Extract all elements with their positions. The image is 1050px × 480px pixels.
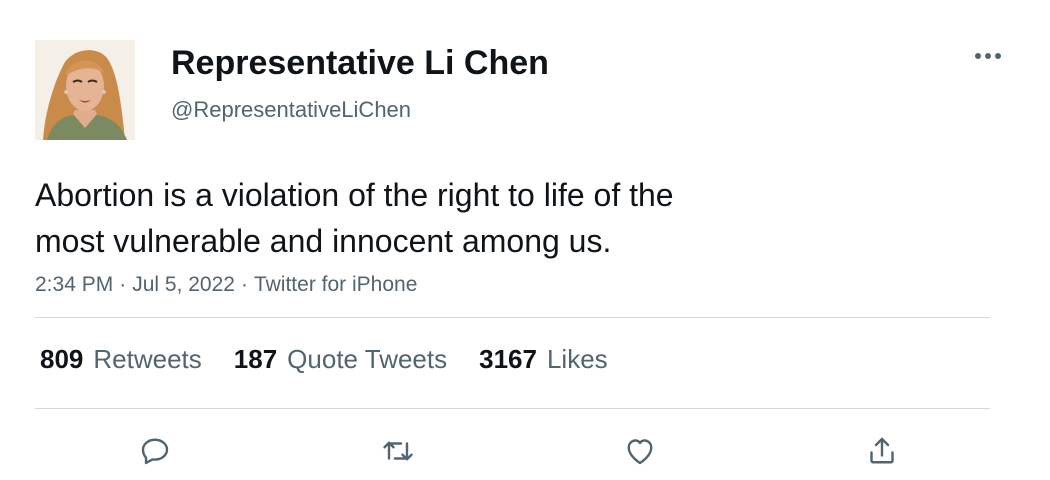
quote-tweets-stat[interactable]: 187 Quote Tweets: [234, 343, 447, 375]
tweet-stats: 809 Retweets 187 Quote Tweets 3167 Likes: [40, 343, 608, 375]
retweets-stat[interactable]: 809 Retweets: [40, 343, 202, 375]
reply-icon: [141, 438, 169, 465]
quote-tweets-count: 187: [233, 344, 278, 374]
more-horizontal-icon: [975, 53, 1001, 59]
tweet-text: Abortion is a violation of the right to …: [35, 172, 855, 264]
retweets-count: 809: [40, 344, 84, 374]
tweet-text-line: most vulnerable and innocent among us.: [35, 223, 612, 259]
retweet-icon: [383, 441, 413, 461]
divider: [35, 408, 990, 409]
meta-separator: ·: [119, 273, 127, 296]
tweet-source[interactable]: Twitter for iPhone: [254, 273, 417, 296]
retweets-label: Retweets: [93, 344, 202, 374]
like-button[interactable]: [620, 431, 660, 471]
share-icon: [870, 437, 894, 464]
meta-separator: ·: [240, 273, 248, 296]
tweet-time[interactable]: 2:34 PM: [35, 273, 113, 296]
more-options-button[interactable]: [970, 44, 1006, 68]
likes-stat[interactable]: 3167 Likes: [479, 343, 608, 375]
avatar-image: [35, 40, 135, 140]
author-name[interactable]: Representative Li Chen: [171, 42, 549, 84]
share-button[interactable]: [862, 431, 902, 471]
heart-icon: [627, 439, 653, 465]
retweet-button[interactable]: [378, 431, 418, 471]
quote-tweets-label: Quote Tweets: [287, 344, 448, 374]
tweet-meta: 2:34 PM · Jul 5, 2022 · Twitter for iPhone: [35, 272, 417, 298]
reply-button[interactable]: [135, 431, 175, 471]
likes-count: 3167: [479, 344, 537, 374]
likes-label: Likes: [546, 344, 608, 374]
divider: [35, 317, 990, 318]
tweet-date[interactable]: Jul 5, 2022: [132, 273, 235, 296]
tweet-text-line: Abortion is a violation of the right to …: [35, 177, 674, 213]
avatar[interactable]: [35, 40, 135, 140]
author-handle[interactable]: @RepresentativeLiChen: [171, 96, 411, 124]
